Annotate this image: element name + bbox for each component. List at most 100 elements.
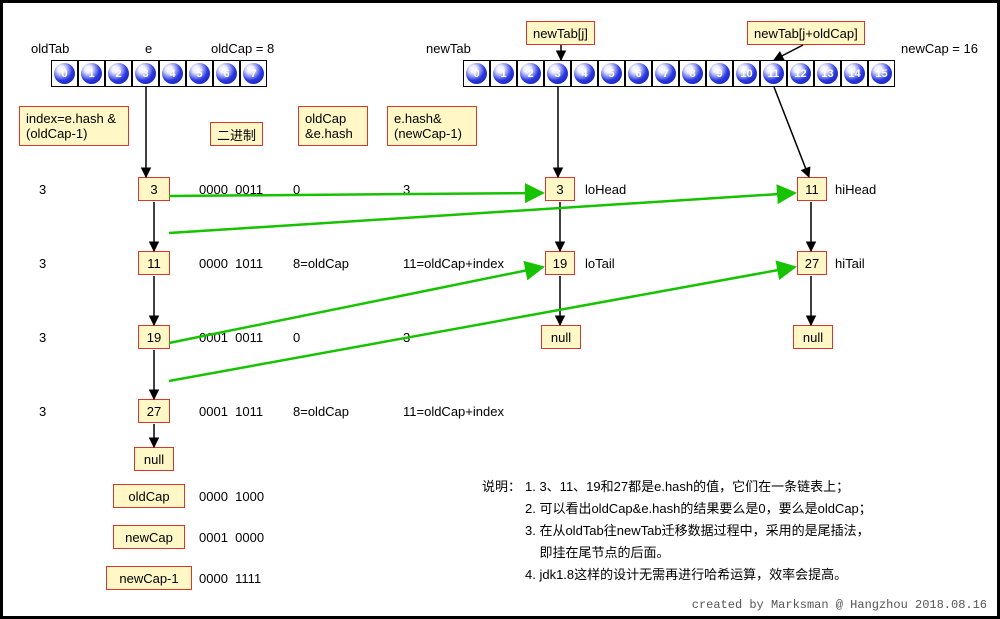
newtab-bucket: 6 — [625, 60, 652, 87]
hi-node-1: 11 — [797, 177, 827, 201]
oldtab-ball: 2 — [108, 63, 129, 84]
newtab-ball: 7 — [655, 63, 676, 84]
oldtab-ball: 7 — [243, 63, 264, 84]
chain-node: 3 — [138, 177, 170, 201]
newtab-buckets: 0123456789101112131415 — [463, 60, 895, 87]
box-index-expr: index=e.hash &(oldCap-1) — [19, 106, 129, 146]
label-oldcap-bin: 0000 1000 — [199, 489, 264, 504]
newtab-bucket: 5 — [598, 60, 625, 87]
note-line: 1. 3、11、19和27都是e.hash的值，它们在一条链表上； — [525, 476, 849, 495]
newtab-ball: 10 — [736, 63, 757, 84]
newtab-ball: 1 — [493, 63, 514, 84]
chain-node: 27 — [138, 399, 170, 423]
chain-binary: 0001 0011 — [199, 330, 263, 345]
newtab-bucket: 9 — [706, 60, 733, 87]
newtab-ball: 14 — [844, 63, 865, 84]
label-oldtab: oldTab — [31, 41, 69, 56]
newtab-ball: 5 — [601, 63, 622, 84]
newtab-ball: 11 — [763, 63, 784, 84]
note-line: 2. 可以看出oldCap&e.hash的结果要么是0，要么是oldCap； — [525, 498, 872, 517]
oldtab-bucket: 4 — [159, 60, 186, 87]
chain-binary: 0000 0011 — [199, 182, 263, 197]
label-lohead: loHead — [585, 182, 626, 197]
oldtab-ball: 3 — [135, 63, 156, 84]
newtab-bucket: 3 — [544, 60, 571, 87]
chain-new-result: 3 — [403, 182, 410, 197]
label-newcapm1-bin: 0000 1111 — [199, 571, 261, 586]
chain-index: 3 — [39, 256, 46, 271]
label-hitail: hiTail — [835, 256, 865, 271]
label-newcap-bin: 0001 0000 — [199, 530, 264, 545]
newtab-bucket: 15 — [868, 60, 895, 87]
label-newcap: newCap = 16 — [901, 41, 978, 56]
label-hihead: hiHead — [835, 182, 876, 197]
oldtab-ball: 0 — [54, 63, 75, 84]
newtab-ball: 12 — [790, 63, 811, 84]
oldtab-ball: 1 — [81, 63, 102, 84]
note-line: 3. 在从oldTab往newTab迁移数据过程中，采用的是尾插法， — [525, 520, 870, 539]
chain-new-result: 11=oldCap+index — [403, 256, 504, 271]
chain-node: 11 — [138, 251, 170, 275]
lo-node-2: 19 — [545, 251, 575, 275]
box-newtab-j: newTab[j] — [526, 21, 595, 45]
lo-null: null — [541, 325, 581, 349]
chain-index: 3 — [39, 330, 46, 345]
oldtab-buckets: 01234567 — [51, 60, 267, 87]
newtab-ball: 3 — [547, 63, 568, 84]
newtab-bucket: 4 — [571, 60, 598, 87]
oldtab-bucket: 3 — [132, 60, 159, 87]
chain-index: 3 — [39, 404, 46, 419]
chain-new-result: 3 — [403, 330, 410, 345]
chain-oldcap-result: 0 — [293, 330, 300, 345]
label-oldcap: oldCap = 8 — [211, 41, 274, 56]
footer-credit: created by Marksman @ Hangzhou 2018.08.1… — [692, 598, 987, 612]
newtab-ball: 2 — [520, 63, 541, 84]
label-e: e — [145, 41, 152, 56]
newtab-bucket: 11 — [760, 60, 787, 87]
newtab-ball: 13 — [817, 63, 838, 84]
oldtab-bucket: 6 — [213, 60, 240, 87]
newtab-bucket: 8 — [679, 60, 706, 87]
newtab-ball: 4 — [574, 63, 595, 84]
newtab-bucket: 1 — [490, 60, 517, 87]
newtab-bucket: 12 — [787, 60, 814, 87]
chain-oldcap-result: 0 — [293, 182, 300, 197]
label-lotail: loTail — [585, 256, 615, 271]
chain-oldcap-result: 8=oldCap — [293, 256, 349, 271]
newtab-ball: 6 — [628, 63, 649, 84]
notes-title: 说明： — [482, 476, 521, 495]
newtab-bucket: 14 — [841, 60, 868, 87]
oldtab-bucket: 2 — [105, 60, 132, 87]
newtab-bucket: 2 — [517, 60, 544, 87]
newtab-ball: 0 — [466, 63, 487, 84]
chain-null: null — [134, 447, 174, 471]
newtab-bucket: 10 — [733, 60, 760, 87]
chain-binary: 0000 1011 — [199, 256, 263, 271]
label-newtab: newTab — [426, 41, 471, 56]
newtab-bucket: 7 — [652, 60, 679, 87]
diagram-canvas: oldTab e oldCap = 8 newTab newTab[j] new… — [0, 0, 1000, 619]
oldtab-bucket: 0 — [51, 60, 78, 87]
oldtab-ball: 5 — [189, 63, 210, 84]
chain-index: 3 — [39, 182, 46, 197]
chain-binary: 0001 1011 — [199, 404, 263, 419]
box-oldcap-bottom: oldCap — [113, 484, 185, 508]
box-newcap-bottom: newCap — [113, 525, 185, 549]
note-line: 4. jdk1.8这样的设计无需再进行哈希运算，效率会提高。 — [525, 564, 847, 583]
lo-node-1: 3 — [545, 177, 575, 201]
oldtab-bucket: 1 — [78, 60, 105, 87]
newtab-ball: 8 — [682, 63, 703, 84]
chain-oldcap-result: 8=oldCap — [293, 404, 349, 419]
chain-node: 19 — [138, 325, 170, 349]
box-newcapm1-bottom: newCap-1 — [106, 566, 192, 590]
oldtab-ball: 4 — [162, 63, 183, 84]
hi-null: null — [793, 325, 833, 349]
newtab-bucket: 13 — [814, 60, 841, 87]
newtab-ball: 9 — [709, 63, 730, 84]
box-ehash-newcap: e.hash& (newCap-1) — [387, 106, 477, 146]
oldtab-ball: 6 — [216, 63, 237, 84]
oldtab-bucket: 7 — [240, 60, 267, 87]
box-oldcap-ehash: oldCap &e.hash — [298, 106, 368, 146]
chain-new-result: 11=oldCap+index — [403, 404, 504, 419]
newtab-ball: 15 — [871, 63, 892, 84]
